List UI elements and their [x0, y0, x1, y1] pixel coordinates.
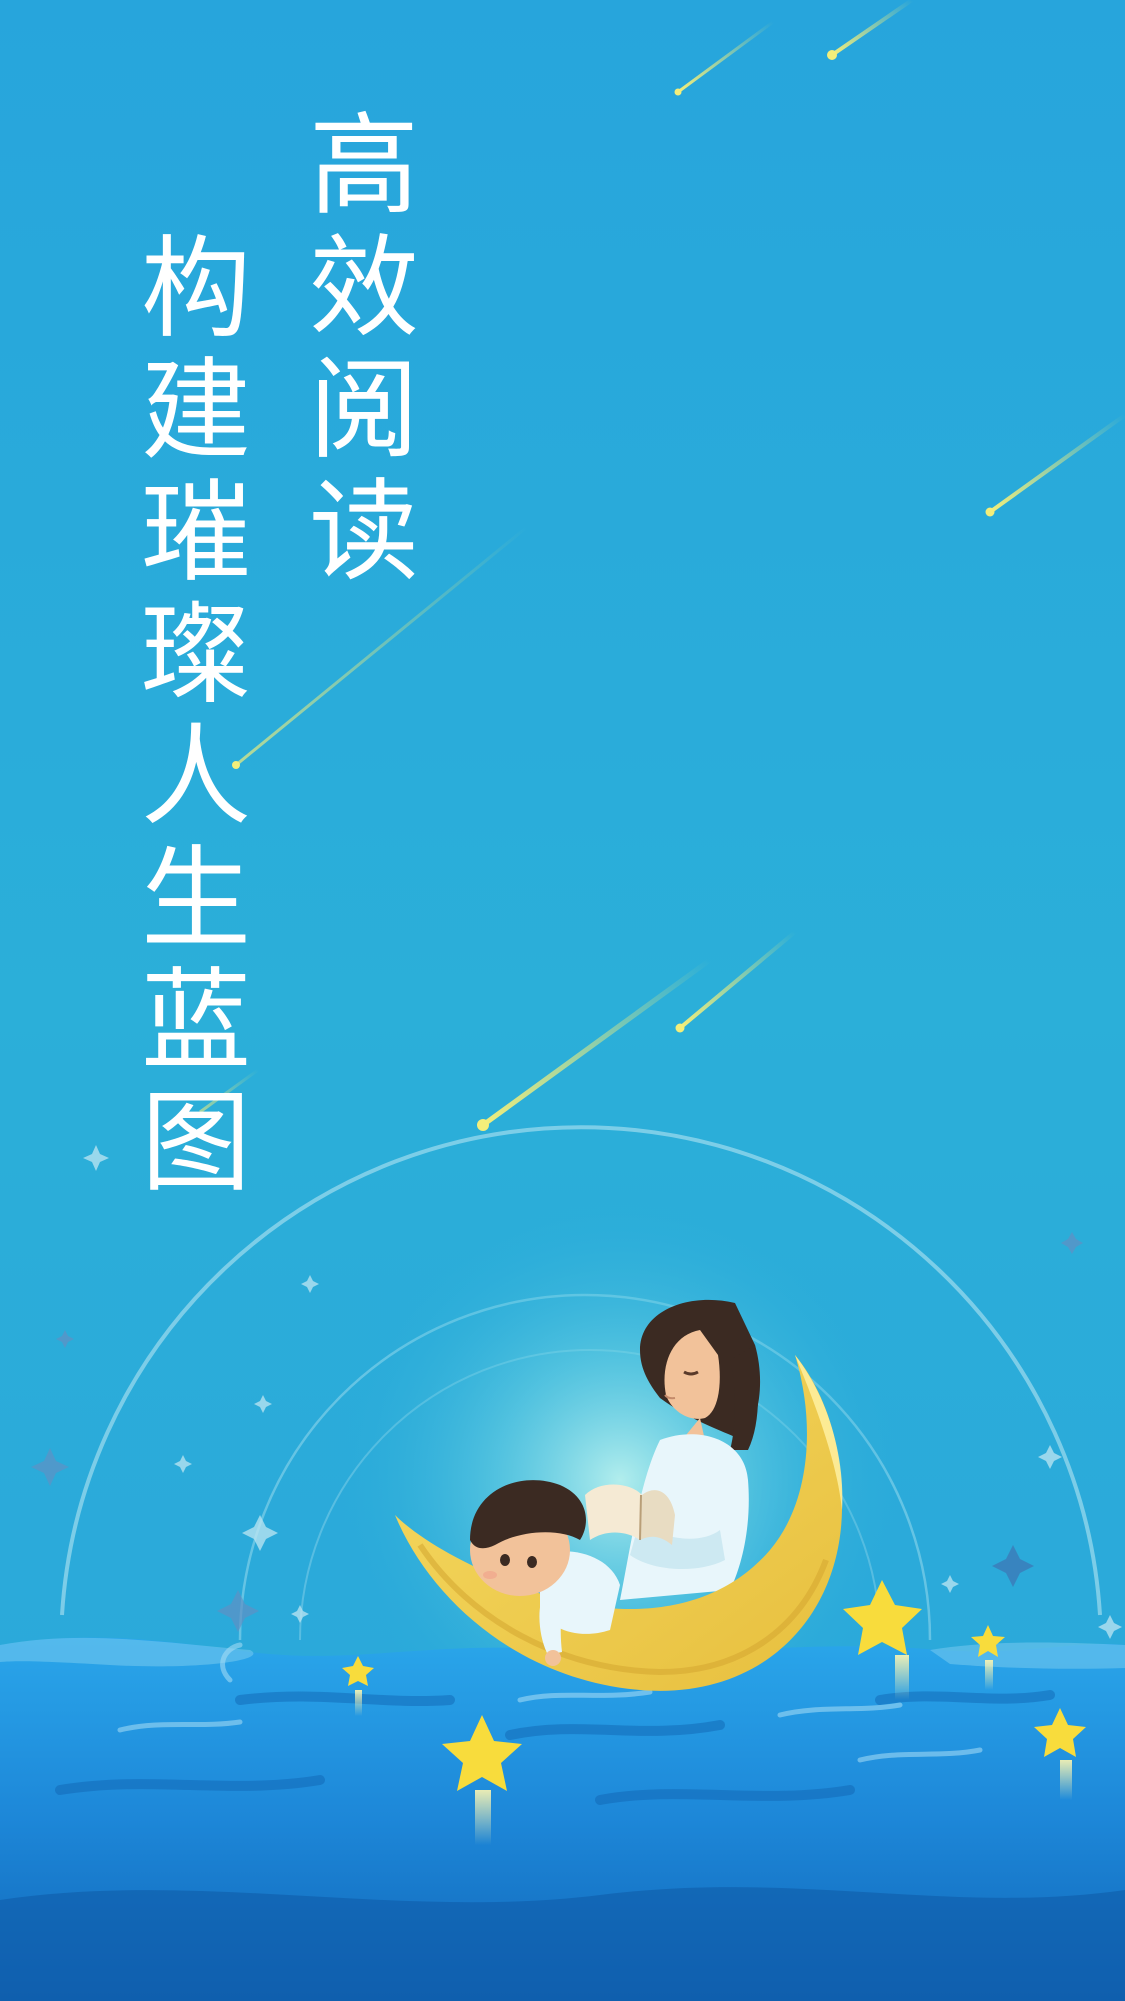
splash-screen: 高效阅读 构建璀璨人生蓝图: [0, 0, 1125, 2001]
headline-text: 高效阅读: [309, 102, 419, 596]
subline-text: 构建璀璨人生蓝图: [141, 225, 251, 1207]
